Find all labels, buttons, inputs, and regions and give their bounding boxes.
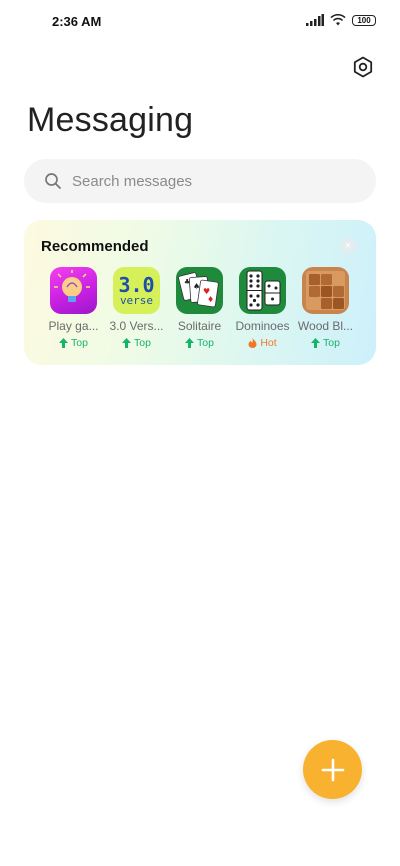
arrow-up-icon (59, 338, 69, 348)
app-tag-label: Top (323, 337, 340, 349)
search-input[interactable] (70, 171, 334, 191)
search-icon (45, 173, 61, 189)
app-tag: Top (311, 337, 340, 349)
app-tag-label: Top (134, 337, 151, 349)
new-message-button[interactable] (303, 740, 362, 799)
verse-icon-word: verse (119, 293, 154, 307)
domino-icon (239, 267, 286, 314)
status-time: 2:36 AM (52, 14, 102, 29)
app-name: Dominoes (235, 319, 290, 333)
app-tag: Top (59, 337, 88, 349)
messaging-screen: 2:36 AM 100 Messaging Search messages Re… (0, 0, 400, 866)
app-tag-label: Top (197, 337, 214, 349)
wifi-icon (330, 14, 346, 26)
lightbulb-icon (50, 267, 97, 314)
app-tag: Hot (248, 337, 277, 349)
app-tag-label: Top (71, 337, 88, 349)
app-tag: Top (185, 337, 214, 349)
close-recommended-button[interactable]: × (340, 238, 356, 254)
wood-block-icon (302, 267, 349, 314)
plus-icon (321, 758, 344, 781)
status-icons: 100 (306, 14, 376, 26)
app-item-verse[interactable]: 3.0 verse 3.0 Vers... Top (105, 267, 168, 349)
app-item-play-games[interactable]: Play ga... Top (42, 267, 105, 349)
app-name: Solitaire (177, 319, 222, 333)
svg-text:♣: ♣ (184, 278, 190, 286)
gear-icon (353, 56, 373, 78)
signal-icon (306, 14, 324, 26)
svg-text:♠: ♠ (193, 282, 200, 291)
recommended-title: Recommended (41, 238, 149, 255)
search-bar[interactable] (24, 159, 376, 203)
recommended-apps: Play ga... Top 3.0 verse 3.0 Vers... Top… (42, 267, 362, 357)
app-item-dominoes[interactable]: Dominoes Hot (231, 267, 294, 349)
app-name: Play ga... (48, 319, 99, 333)
app-tag: Top (122, 337, 151, 349)
flame-icon (248, 338, 257, 348)
arrow-up-icon (185, 338, 195, 348)
recommended-card: Recommended × Play ga... Top 3.0 verse 3… (24, 220, 376, 365)
arrow-up-icon (122, 338, 132, 348)
page-title: Messaging (27, 101, 194, 139)
verse-icon: 3.0 verse (113, 267, 160, 314)
battery-level: 100 (357, 15, 371, 25)
app-name: Wood Bl... (297, 319, 354, 333)
settings-button[interactable] (350, 54, 376, 80)
status-bar: 2:36 AM 100 (0, 0, 400, 44)
app-item-wood-block[interactable]: Wood Bl... Top (294, 267, 357, 349)
app-item-solitaire[interactable]: ♥ ♦ ♠ ♣ Solitaire Top (168, 267, 231, 349)
app-name: 3.0 Vers... (109, 319, 164, 333)
cards-icon: ♥ ♦ ♠ ♣ (176, 267, 223, 314)
battery-indicator: 100 (352, 14, 376, 26)
close-icon: × (344, 239, 352, 252)
app-tag-label: Hot (260, 337, 277, 349)
verse-icon-number: 3.0 (118, 272, 155, 297)
svg-text:♦: ♦ (207, 295, 214, 304)
arrow-up-icon (311, 338, 321, 348)
